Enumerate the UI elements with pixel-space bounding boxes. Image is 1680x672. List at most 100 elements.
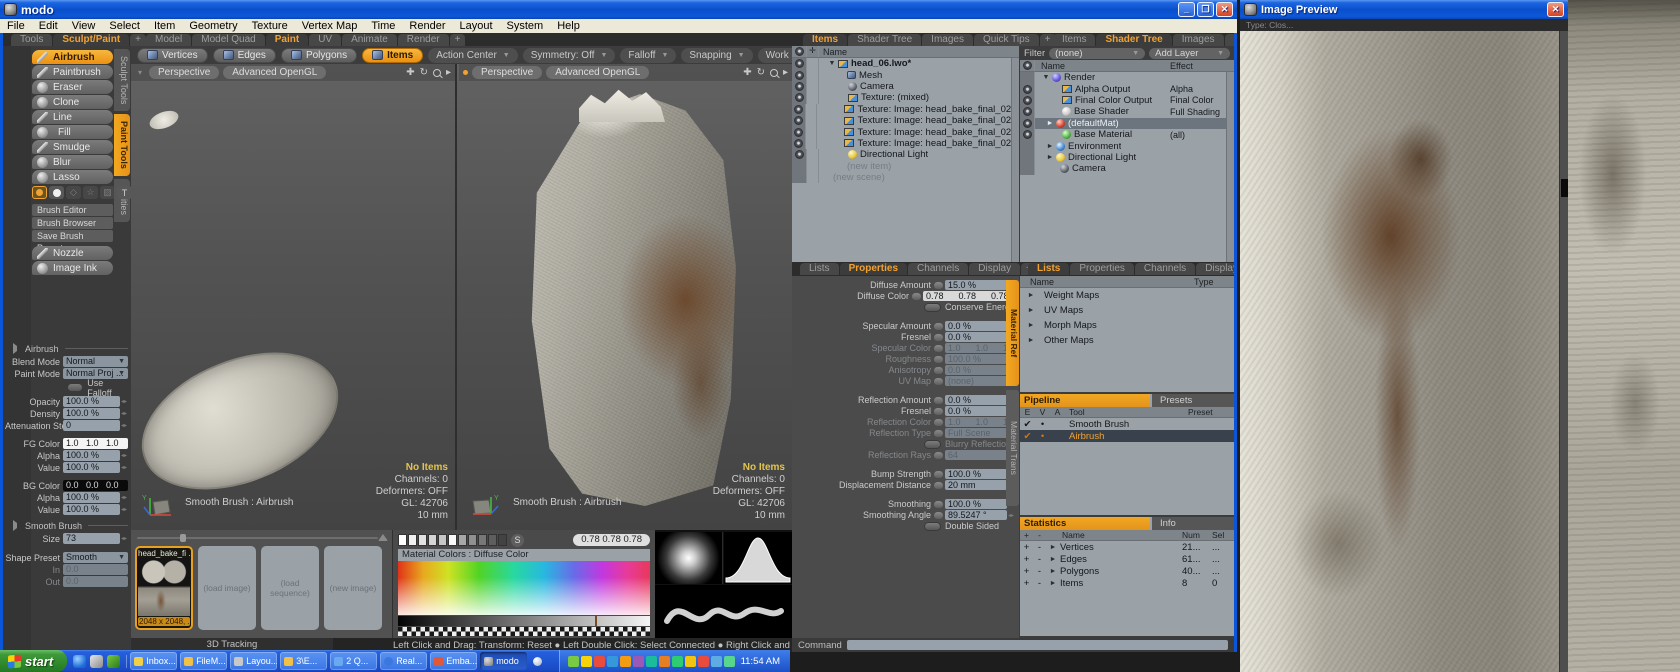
tab-channels-2[interactable]: Channels — [1135, 263, 1195, 275]
tab-shader-tree[interactable]: Shader Tree — [848, 34, 921, 46]
visibility-eye-icon[interactable] — [1020, 118, 1035, 129]
item-row[interactable]: ▼head_06.lwo* — [792, 58, 1019, 69]
tray-icon[interactable] — [594, 656, 605, 667]
brush-tip-option-button[interactable]: ☆ — [83, 186, 98, 199]
load-image-cell[interactable]: (load image) — [198, 546, 256, 630]
fg-color-field[interactable]: 1.0 1.0 1.0 — [63, 438, 128, 449]
reflection-fresnel-field[interactable]: 0.0 % — [945, 406, 1007, 416]
messenger-icon[interactable] — [533, 657, 542, 666]
tab-images[interactable]: Images — [922, 34, 973, 46]
command-input[interactable] — [847, 640, 1228, 650]
tab-images-2[interactable]: Images — [1173, 34, 1224, 46]
taskbar-button-embarcadero[interactable]: Emba... — [430, 652, 477, 670]
value-ramp[interactable] — [398, 616, 650, 626]
visibility-eye-icon[interactable] — [792, 149, 807, 160]
use-falloff-checkbox[interactable] — [67, 383, 83, 392]
shading-mode-button[interactable]: Advanced OpenGL — [223, 66, 326, 79]
brush-tip-option-button[interactable]: ◇ — [66, 186, 81, 199]
brush-editor-button[interactable]: Brush Editor — [32, 204, 113, 216]
color-swatch[interactable] — [428, 534, 437, 546]
diffuse-color-field[interactable]: 0.78 0.78 0.78 — [923, 291, 1007, 301]
expand-icon[interactable]: ► — [1045, 154, 1055, 161]
clone-tool-button[interactable]: Clone — [32, 95, 113, 109]
item-row[interactable]: Texture: (mixed) — [792, 92, 1019, 103]
color-swatch[interactable] — [468, 534, 477, 546]
tray-icon[interactable] — [633, 656, 644, 667]
reset-button[interactable] — [912, 293, 921, 300]
tray-icon[interactable] — [724, 656, 735, 667]
image-ink-tool-button[interactable]: Image Ink — [32, 261, 113, 275]
item-row[interactable]: Texture: Image: head_bake_final_02d (3) — [792, 104, 1019, 115]
shader-row[interactable]: ►Environment — [1020, 140, 1234, 151]
taskbar-button-filemanager[interactable]: FileM... — [180, 652, 227, 670]
shader-row[interactable]: ►Directional Light — [1020, 152, 1234, 163]
rotate-icon[interactable]: ↻ — [757, 67, 765, 78]
minimize-button[interactable]: _ — [1178, 2, 1195, 17]
taskbar-button-folder[interactable]: 3\E... — [280, 652, 327, 670]
expand-icon[interactable]: ▸ — [446, 67, 451, 78]
displacement-distance-field[interactable]: 20 mm — [945, 480, 1007, 490]
rotate-icon[interactable]: ↻ — [420, 67, 428, 78]
text-tool-button[interactable]: T — [117, 186, 132, 199]
expand-icon[interactable]: ► — [1026, 322, 1036, 329]
tab-properties[interactable]: Properties — [840, 263, 907, 275]
new-scene-row[interactable]: (new scene) — [792, 172, 1019, 183]
mini-slider-icon[interactable]: ◂▸ — [120, 464, 128, 471]
color-swatch[interactable] — [488, 534, 497, 546]
quick-launch-app-icon[interactable] — [107, 655, 120, 668]
expand-icon[interactable]: ► — [1026, 337, 1036, 344]
item-row[interactable]: Texture: Image: head_bake_final_02d (4) — [792, 115, 1019, 126]
bg-color-field[interactable]: 0.0 0.0 0.0 — [63, 480, 128, 491]
tray-icon[interactable] — [672, 656, 683, 667]
item-row[interactable]: Texture: Image: head_bake_final_02d (6) — [792, 138, 1019, 149]
visibility-eye-icon[interactable] — [1020, 95, 1035, 106]
thumbnail-size-slider[interactable] — [137, 534, 378, 542]
paintbrush-tool-button[interactable]: Paintbrush — [32, 65, 113, 79]
visibility-eye-icon[interactable] — [1020, 106, 1035, 117]
action-center-dropdown[interactable]: Action Center▼ — [428, 48, 518, 63]
enable-check-icon[interactable]: ✔ — [1020, 419, 1035, 430]
opacity-field[interactable]: 100.0 % — [63, 396, 120, 407]
collapse-icon[interactable]: ▼ — [827, 60, 837, 67]
color-swatch[interactable] — [438, 534, 447, 546]
visibility-eye-icon[interactable] — [792, 126, 806, 137]
smooth-brush-section-header[interactable]: Smooth Brush — [13, 520, 128, 531]
menu-help[interactable]: Help — [550, 20, 587, 32]
menu-time[interactable]: Time — [364, 20, 402, 32]
mini-slider-icon[interactable]: ◂▸ — [120, 535, 128, 542]
alpha-ramp[interactable] — [398, 627, 650, 636]
mini-slider-icon[interactable]: ◂▸ — [120, 506, 128, 513]
shader-scrollbar[interactable] — [1226, 72, 1234, 262]
item-row[interactable]: Directional Light — [792, 149, 1019, 160]
expand-icon[interactable]: ► — [1026, 292, 1036, 299]
mini-slider-icon[interactable]: ◂▸ — [120, 410, 128, 417]
smudge-tool-button[interactable]: Smudge — [32, 140, 113, 154]
select-minus-button[interactable]: - — [1033, 554, 1046, 565]
select-minus-button[interactable]: - — [1033, 542, 1046, 553]
smoothing-angle-field[interactable]: 89.5247 ° — [945, 510, 1007, 520]
bg-alpha-field[interactable]: 100.0 % — [63, 492, 120, 503]
mini-slider-icon[interactable]: ◂▸ — [120, 398, 128, 405]
menu-view[interactable]: View — [65, 20, 103, 32]
pipeline-row-selected[interactable]: ✔ • Airbrush — [1020, 430, 1234, 442]
lasso-tool-button[interactable]: Lasso — [32, 170, 113, 184]
blur-tool-button[interactable]: Blur — [32, 155, 113, 169]
vertical-tab-material-trans[interactable]: Material Trans — [1006, 390, 1019, 506]
tab-quick-tips[interactable]: Quick Tips — [974, 34, 1039, 46]
start-button[interactable]: start — [0, 650, 67, 672]
taskbar-button-realplayer[interactable]: Real... — [380, 652, 427, 670]
tray-icon[interactable] — [607, 656, 618, 667]
menu-texture[interactable]: Texture — [245, 20, 295, 32]
vertical-tab-sculpt-tools[interactable]: Sculpt Tools — [114, 49, 130, 111]
falloff-dropdown[interactable]: Falloff▼ — [620, 48, 676, 63]
viewport-left[interactable]: ▾ Perspective Advanced OpenGL ✚ ↻ ▸ Y — [131, 64, 457, 530]
visibility-eye-icon[interactable] — [792, 81, 807, 92]
viewport-menu-icon[interactable]: ▾ — [135, 67, 145, 79]
reset-button[interactable] — [934, 512, 943, 519]
preview-titlebar[interactable]: Image Preview ✕ — [1240, 0, 1568, 19]
pipeline-tab[interactable]: Pipeline — [1020, 394, 1150, 407]
vertices-mode-button[interactable]: Vertices — [137, 48, 208, 63]
tab-model[interactable]: Model — [146, 34, 191, 46]
eraser-tool-button[interactable]: Eraser — [32, 80, 113, 94]
tray-icon[interactable] — [659, 656, 670, 667]
